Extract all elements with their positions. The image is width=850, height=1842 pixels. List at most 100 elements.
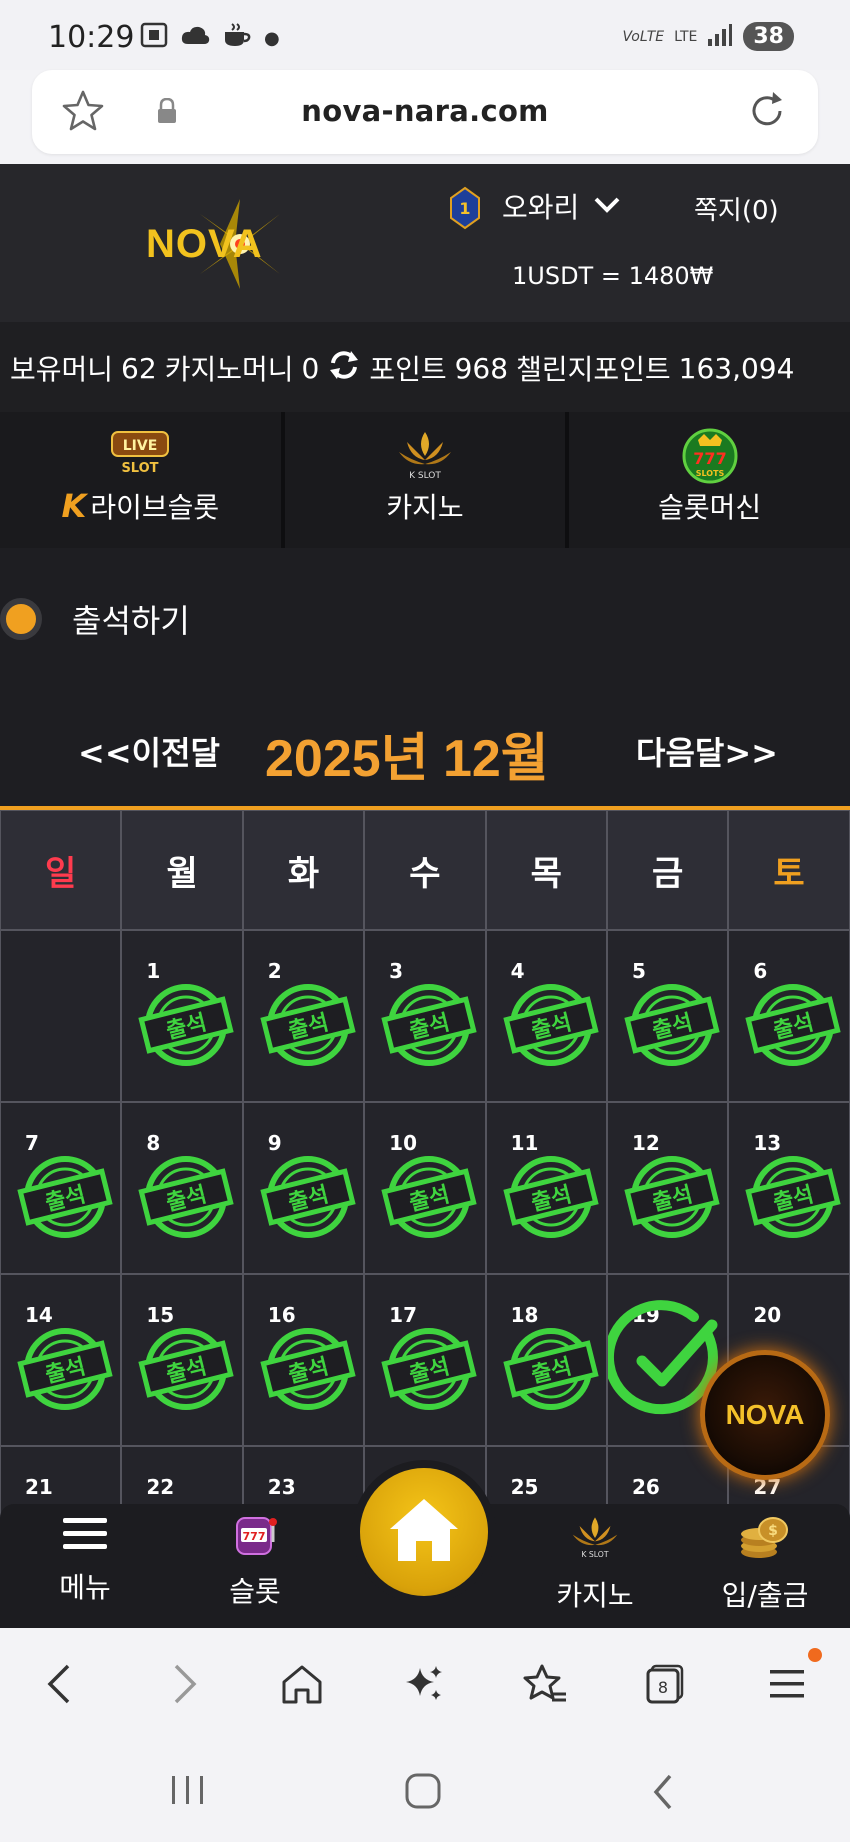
sparkle-icon[interactable] bbox=[402, 1662, 446, 1710]
logo-text: NOVA bbox=[146, 222, 263, 266]
recent-apps-icon[interactable] bbox=[168, 1772, 208, 1812]
nova-logo[interactable]: NOVA bbox=[140, 194, 320, 289]
attendance-stamp-icon: 출석 bbox=[502, 1151, 599, 1245]
tab-live-slot[interactable]: LIVE SLOT K 라이브슬롯 bbox=[0, 412, 285, 548]
balance-row: 보유머니 62 카지노머니 0 포인트 968 챌린지포인트 163,094 bbox=[10, 348, 794, 388]
point-value: 968 bbox=[454, 351, 509, 385]
calendar-day-cell[interactable]: 17 출석 bbox=[364, 1274, 486, 1446]
tab-label: 슬롯머신 bbox=[658, 491, 762, 524]
address-bar[interactable]: nova-nara.com bbox=[32, 70, 818, 154]
tab-label: 카지노 bbox=[386, 491, 464, 524]
nav-casino[interactable]: K SLOT 카지노 bbox=[520, 1514, 670, 1614]
calendar-day-cell[interactable]: 16 출석 bbox=[242, 1274, 365, 1446]
chevron-down-icon[interactable] bbox=[594, 196, 620, 218]
system-navigation bbox=[0, 1738, 850, 1842]
home-button[interactable] bbox=[352, 1460, 496, 1604]
nova-floating-button[interactable]: NOVA bbox=[700, 1350, 830, 1480]
calendar-day-cell[interactable]: 10 출석 bbox=[364, 1102, 486, 1274]
calendar-day-cell[interactable]: 11 출석 bbox=[485, 1102, 607, 1274]
tab-slot-machine[interactable]: 777 SLOTS 슬롯머신 bbox=[569, 412, 850, 548]
calendar-day-cell[interactable]: 18 출석 bbox=[485, 1274, 607, 1446]
attendance-stamp-icon: 출석 bbox=[260, 1323, 356, 1417]
attendance-stamp-icon: 출석 bbox=[624, 1151, 720, 1245]
challenge-point-label: 챌린지포인트 bbox=[516, 353, 671, 386]
calendar-day-cell[interactable]: 5 출석 bbox=[606, 930, 729, 1102]
day-number: 22 bbox=[146, 1475, 175, 1499]
level-number: 1 bbox=[459, 199, 470, 218]
nav-menu[interactable]: 메뉴 bbox=[10, 1514, 160, 1606]
svg-text:SLOTS: SLOTS bbox=[695, 469, 724, 478]
attendance-title-row: 출석하기 bbox=[0, 596, 190, 642]
tab-label: 라이브슬롯 bbox=[90, 491, 220, 524]
nav-label: 카지노 bbox=[556, 1579, 634, 1612]
weekday-header: 화 bbox=[242, 810, 365, 930]
bookmarks-icon[interactable] bbox=[522, 1662, 568, 1710]
attendance-stamp-icon: 출석 bbox=[17, 1323, 113, 1417]
nav-label: 슬롯 bbox=[229, 1575, 281, 1608]
next-month-button[interactable]: 다음달>> bbox=[636, 728, 778, 774]
messages-link[interactable]: 쪽지(0) bbox=[694, 190, 779, 227]
money-value: 62 bbox=[121, 351, 157, 385]
money-label: 보유머니 bbox=[10, 353, 114, 386]
calendar-day-cell[interactable]: 12 출석 bbox=[606, 1102, 729, 1274]
signal-icon bbox=[707, 23, 733, 51]
home-page-icon[interactable] bbox=[280, 1662, 324, 1710]
volte-icon: VoLTE bbox=[622, 28, 665, 45]
day-number: 26 bbox=[631, 1475, 660, 1499]
calendar-day-cell[interactable]: 14 출석 bbox=[0, 1274, 122, 1446]
attendance-stamp-icon: 출석 bbox=[381, 1323, 477, 1417]
screenshot-icon bbox=[140, 22, 168, 54]
svg-text:777: 777 bbox=[243, 1530, 266, 1543]
coffee-icon bbox=[222, 22, 252, 54]
hamburger-icon bbox=[61, 1518, 109, 1558]
day-number: 20 bbox=[753, 1303, 782, 1327]
username[interactable]: 오와리 bbox=[502, 186, 579, 226]
tabs-icon[interactable]: 8 bbox=[644, 1662, 688, 1710]
browser-menu-icon[interactable] bbox=[768, 1662, 808, 1710]
nav-label: 메뉴 bbox=[59, 1571, 111, 1604]
calendar-day-cell[interactable]: 3 출석 bbox=[364, 930, 486, 1102]
day-number: 23 bbox=[267, 1475, 296, 1499]
calendar-day-cell[interactable]: 1 출석 bbox=[121, 930, 243, 1102]
calendar-day-cell[interactable]: 13 출석 bbox=[728, 1102, 850, 1274]
game-tabs: LIVE SLOT K 라이브슬롯 K SLOT 카지노 777 SLOTS 슬롯머신 bbox=[0, 412, 850, 548]
exchange-rate: 1USDT = 1480₩ bbox=[512, 262, 714, 290]
calendar-day-cell[interactable]: 8 출석 bbox=[121, 1102, 243, 1274]
month-title: 2025년 12월 bbox=[265, 730, 549, 788]
weekday-header: 일 bbox=[0, 810, 122, 930]
nova-fab-label: NOVA bbox=[725, 1399, 805, 1430]
live-slot-icon: LIVE SLOT bbox=[108, 428, 172, 480]
calendar-day-cell[interactable]: 7 출석 bbox=[0, 1102, 122, 1274]
calendar-day-cell[interactable]: 2 출석 bbox=[242, 930, 365, 1102]
calendar-day-cell[interactable]: 9 출석 bbox=[242, 1102, 365, 1274]
forward-icon[interactable] bbox=[166, 1662, 202, 1710]
weekday-header: 목 bbox=[485, 810, 607, 930]
attendance-stamp-icon: 출석 bbox=[502, 979, 599, 1073]
nav-deposit-withdraw[interactable]: $ 입/출금 bbox=[690, 1514, 840, 1614]
attendance-stamp-icon: 출석 bbox=[745, 979, 841, 1073]
home-system-icon[interactable] bbox=[404, 1772, 444, 1816]
weekday-header: 월 bbox=[121, 810, 243, 930]
svg-text:LIVE: LIVE bbox=[123, 438, 158, 454]
battery-level: 38 bbox=[743, 22, 794, 51]
calendar-day-cell[interactable]: 4 출석 bbox=[485, 930, 607, 1102]
weekday-header: 금 bbox=[606, 810, 729, 930]
calendar-day-cell[interactable]: 15 출석 bbox=[121, 1274, 243, 1446]
status-time: 10:29 bbox=[48, 20, 135, 55]
reload-icon[interactable] bbox=[744, 88, 790, 138]
calendar-day-cell[interactable]: 6 출석 bbox=[728, 930, 850, 1102]
attendance-stamp-icon: 출석 bbox=[502, 1323, 599, 1417]
refresh-icon[interactable] bbox=[327, 349, 361, 388]
bullet-icon bbox=[0, 598, 42, 640]
back-system-icon[interactable] bbox=[648, 1772, 678, 1816]
casino-money-value: 0 bbox=[301, 351, 320, 385]
site-header: NOVA 1 오와리 쪽지(0) 1USDT = 1480₩ bbox=[0, 164, 850, 322]
url-text[interactable]: nova-nara.com bbox=[32, 94, 818, 128]
prev-month-button[interactable]: <<이전달 bbox=[78, 728, 220, 774]
nav-label: 입/출금 bbox=[721, 1579, 809, 1612]
nav-slot[interactable]: 777 슬롯 bbox=[180, 1514, 330, 1610]
back-icon[interactable] bbox=[42, 1662, 78, 1710]
tab-casino[interactable]: K SLOT 카지노 bbox=[285, 412, 570, 548]
calendar-day-cell bbox=[0, 930, 122, 1102]
status-bar: 10:29 ● VoLTE LTE 38 bbox=[0, 0, 850, 70]
